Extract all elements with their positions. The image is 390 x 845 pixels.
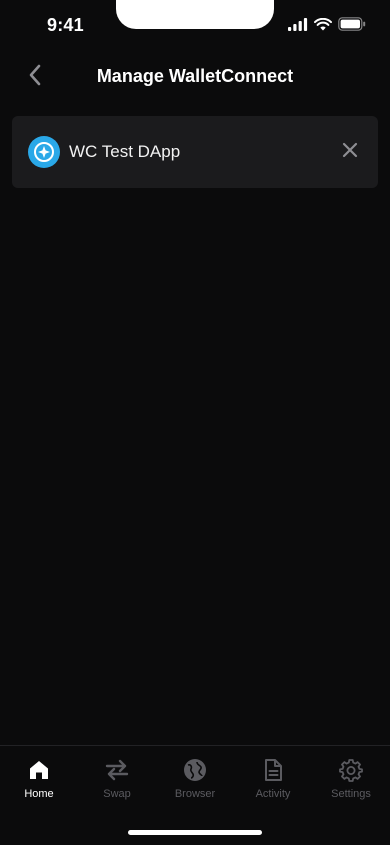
battery-icon	[338, 17, 366, 31]
tab-label: Swap	[103, 788, 131, 800]
header: Manage WalletConnect	[0, 56, 390, 98]
globe-icon	[183, 756, 207, 784]
tab-home[interactable]: Home	[0, 756, 78, 800]
wifi-icon	[314, 17, 332, 31]
status-icons	[288, 17, 366, 31]
tab-swap[interactable]: Swap	[78, 756, 156, 800]
dapp-compass-icon	[28, 136, 60, 168]
swap-icon	[104, 756, 130, 784]
disconnect-session-button[interactable]	[338, 140, 362, 164]
status-bar: 9:41	[0, 0, 390, 52]
tab-label: Browser	[174, 788, 216, 800]
tab-label: Settings	[331, 788, 371, 800]
tab-label: Activity	[255, 788, 291, 800]
gear-icon	[339, 756, 363, 784]
tab-browser[interactable]: Browser	[156, 756, 234, 800]
home-icon	[27, 756, 51, 784]
device-notch	[116, 0, 274, 29]
tab-activity[interactable]: Activity	[234, 756, 312, 800]
session-name: WC Test DApp	[69, 142, 181, 161]
page-title: Manage WalletConnect	[96, 66, 294, 86]
status-time: 9:41	[47, 15, 84, 35]
close-icon	[342, 142, 358, 163]
document-icon	[262, 756, 284, 784]
cellular-signal-icon	[288, 17, 308, 31]
walletconnect-session-item[interactable]: WC Test DApp	[12, 116, 378, 188]
tab-settings[interactable]: Settings	[312, 756, 390, 800]
home-indicator	[128, 830, 262, 835]
tab-label: Home	[24, 788, 54, 800]
